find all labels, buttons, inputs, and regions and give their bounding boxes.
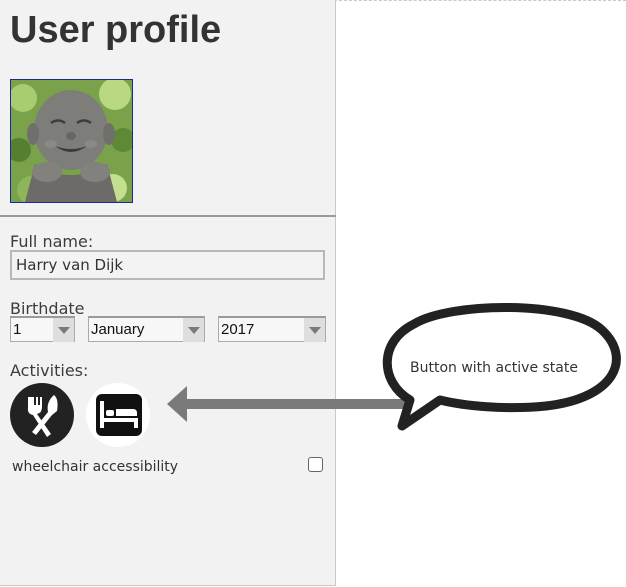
page-title: User profile <box>10 9 222 51</box>
birth-day-value: 1 <box>13 321 22 338</box>
birth-day-select[interactable]: 1 <box>10 316 75 342</box>
callout-text: Button with active state <box>410 360 578 376</box>
chevron-down-icon <box>53 318 74 342</box>
fork-knife-icon <box>27 395 58 437</box>
full-name-input[interactable] <box>10 250 325 280</box>
birth-month-value: January <box>91 321 145 338</box>
wheelchair-checkbox[interactable] <box>308 457 323 472</box>
full-name-label: Full name: <box>10 232 94 251</box>
activities-label: Activities: <box>10 361 89 380</box>
avatar <box>10 79 133 203</box>
section-divider <box>0 215 336 217</box>
activity-dining-button[interactable] <box>10 383 74 447</box>
arrow-left-icon <box>167 386 415 422</box>
bed-icon <box>96 394 142 436</box>
screen: User profile Full name: Harry van Dijk B… <box>0 0 626 587</box>
activity-lodging-button[interactable] <box>86 383 150 447</box>
wheelchair-label: wheelchair accessibility <box>12 459 179 475</box>
avatar-image <box>11 80 132 202</box>
